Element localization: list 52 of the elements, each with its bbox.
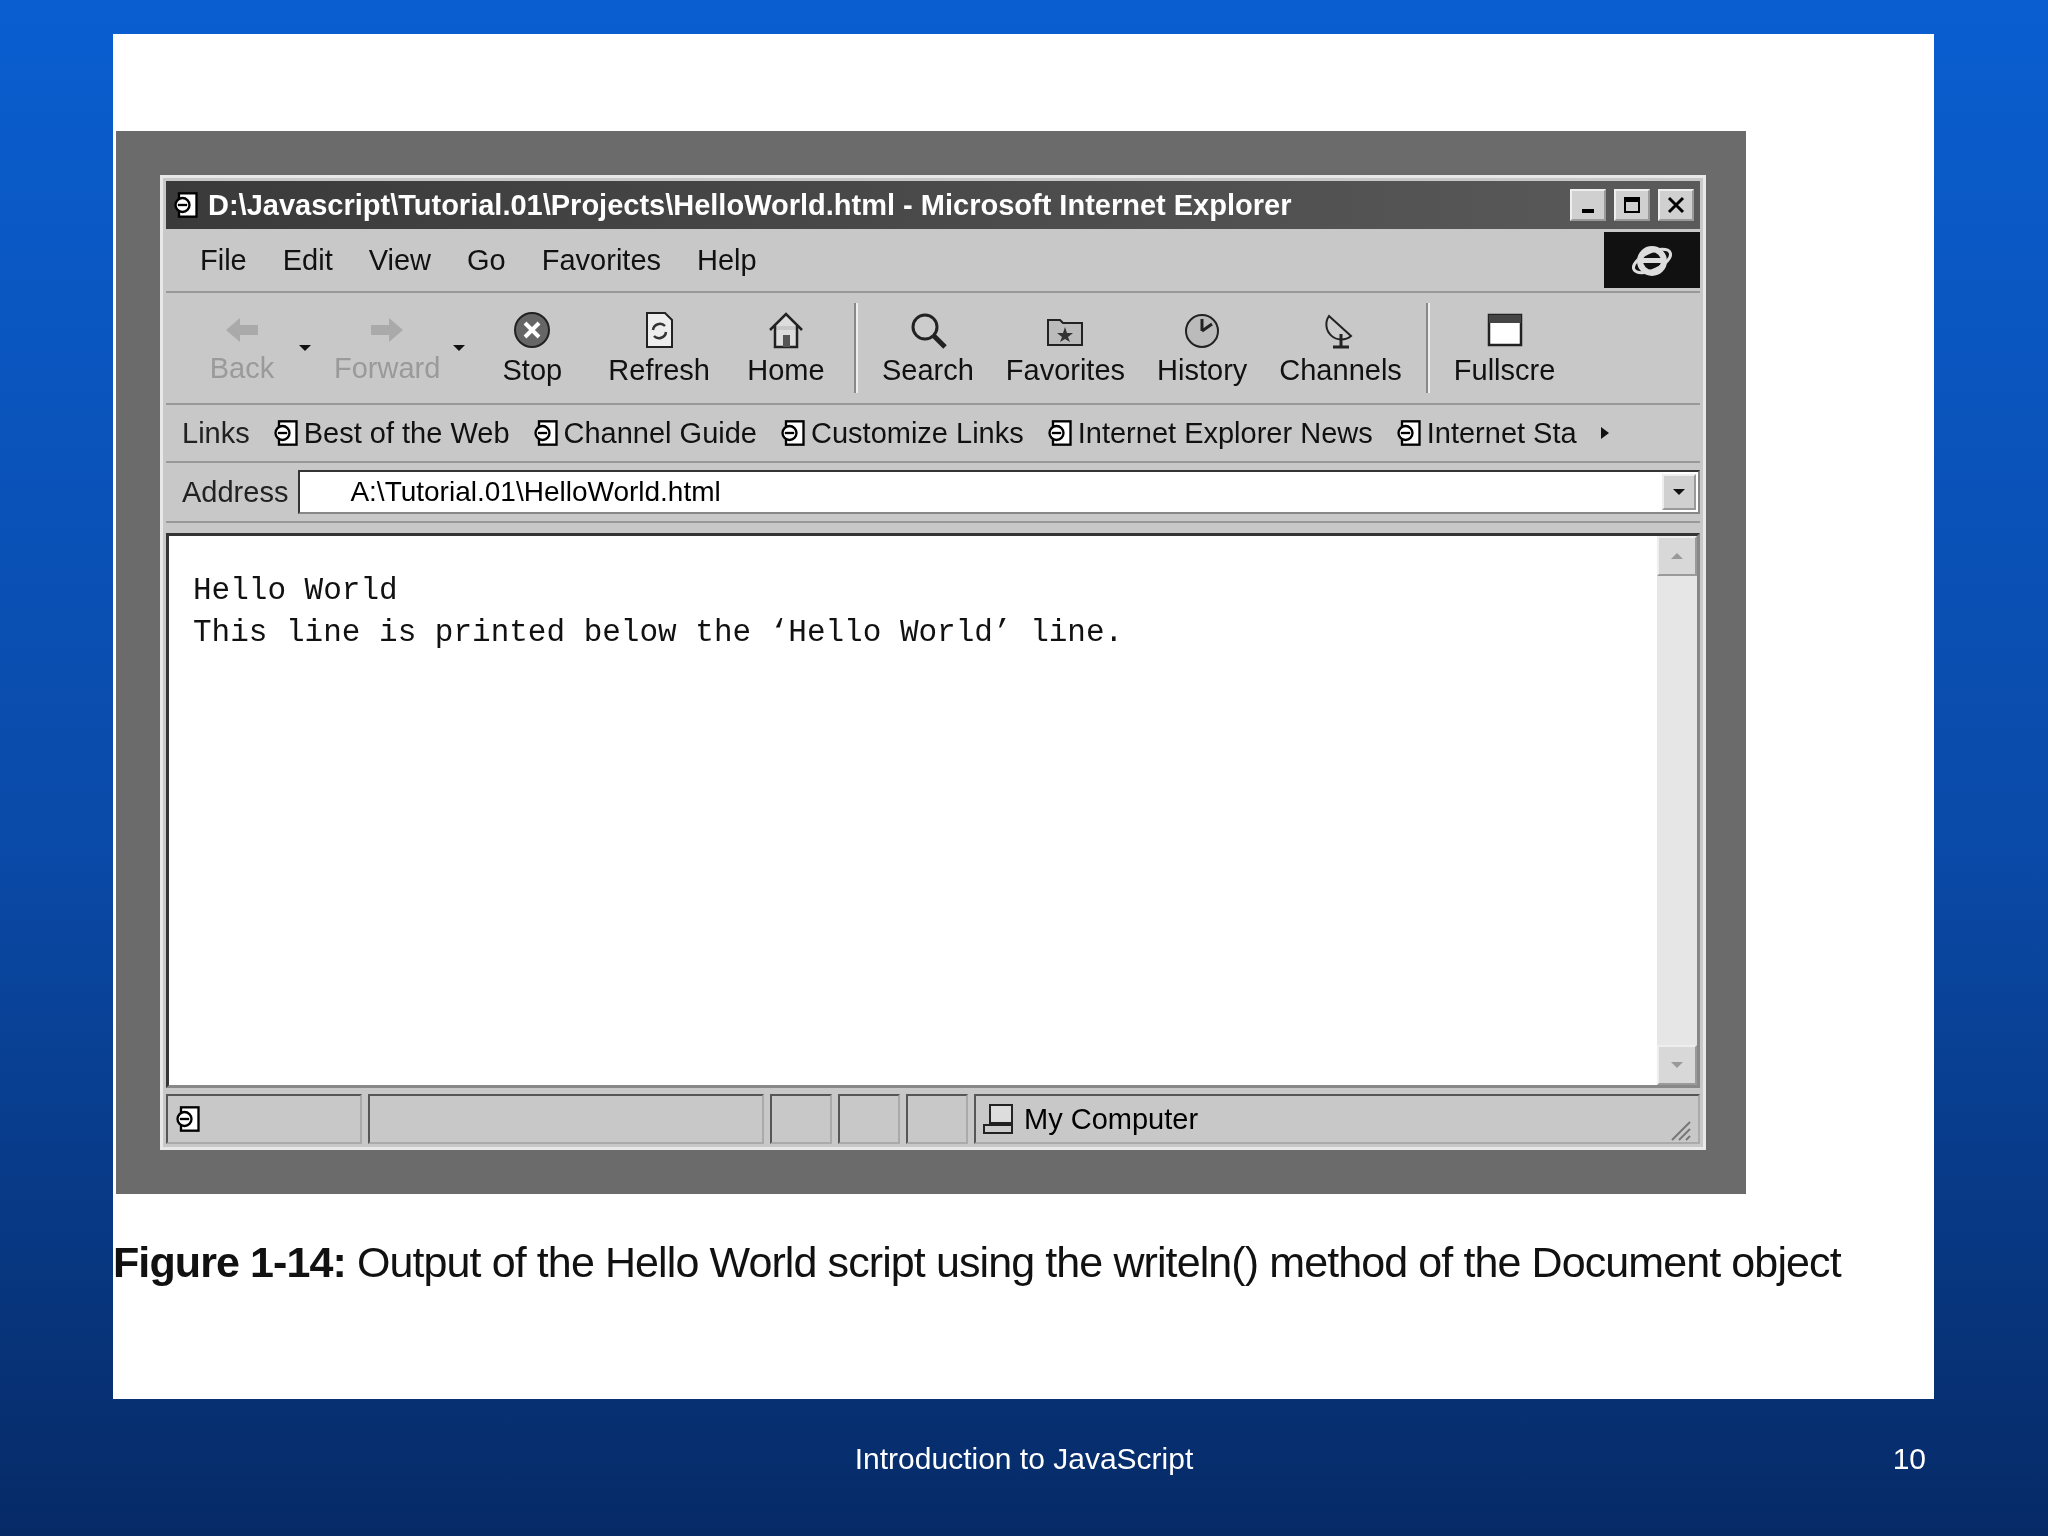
menu-item[interactable]: View [350, 243, 450, 277]
links-label: Links [182, 416, 250, 450]
dropdown-button[interactable] [1662, 474, 1696, 510]
toolbar-button[interactable]: Favorites [989, 293, 1142, 403]
toolbar-button[interactable]: Channels [1263, 293, 1418, 403]
window-title: D:\Javascript\Tutorial.01\Projects\HelloWorld.html - Microsoft Internet Explorer [208, 188, 1293, 222]
page-icon [1394, 419, 1423, 447]
maximize-button[interactable] [1614, 189, 1650, 221]
toolbar-button[interactable]: Search [865, 293, 990, 403]
chevron-icon[interactable] [1598, 425, 1611, 441]
toolbar-button[interactable]: Refresh [592, 293, 726, 403]
minimize-button[interactable] [1570, 189, 1606, 221]
figure-caption: Figure 1-14: Output of the Hello World script using the writeln() method of the Document object [113, 1237, 1841, 1288]
page-text-line: This line is printed below the ‘Hello World’ line. [193, 614, 1125, 652]
footer-title: Introduction to JavaScript [854, 1442, 1194, 1475]
page-text-line: Hello World [193, 572, 399, 610]
toolbar-button[interactable]: Home [725, 293, 846, 403]
maximize-icon [1623, 196, 1641, 214]
close-icon [1667, 196, 1685, 214]
link-item[interactable]: Channel Guide [531, 416, 757, 450]
page-icon [174, 1105, 202, 1133]
page-icon [172, 191, 200, 219]
minimize-icon [1582, 209, 1594, 213]
link-item[interactable]: Internet Explorer News [1045, 416, 1373, 450]
status-pane [770, 1094, 832, 1144]
menu-item[interactable]: Go [449, 243, 524, 277]
page-icon [531, 419, 560, 447]
status-pane [906, 1094, 968, 1144]
address-label: Address [182, 475, 289, 509]
zone-label: My Computer [1024, 1102, 1199, 1136]
menu-item[interactable]: File [182, 243, 265, 277]
address-field[interactable]: A:\Tutorial.01\HelloWorld.html [298, 470, 1700, 514]
toolbar-button[interactable]: History [1141, 293, 1264, 403]
menu-item[interactable]: Help [679, 243, 775, 277]
menu-item[interactable]: Edit [264, 243, 351, 277]
stop-icon [512, 309, 553, 350]
link-item[interactable]: Internet Sta [1394, 416, 1577, 450]
down-arrow-icon [1670, 1061, 1684, 1069]
close-button[interactable] [1658, 189, 1694, 221]
page-icon [1045, 419, 1074, 447]
page-icon [271, 419, 300, 447]
caret-icon [1672, 488, 1686, 496]
menu-item[interactable]: Favorites [523, 243, 679, 277]
slide-number: 10 [1892, 1442, 1926, 1476]
status-pane [838, 1094, 900, 1144]
link-item[interactable]: Customize Links [779, 416, 1024, 450]
toolbar-button[interactable]: Fullscre [1437, 293, 1572, 403]
toolbar-button[interactable]: Stop [472, 293, 593, 403]
computer-icon [982, 1103, 1016, 1135]
page-icon [779, 419, 807, 447]
up-arrow-icon [1670, 552, 1684, 560]
link-item[interactable]: Best of the Web [271, 416, 510, 450]
